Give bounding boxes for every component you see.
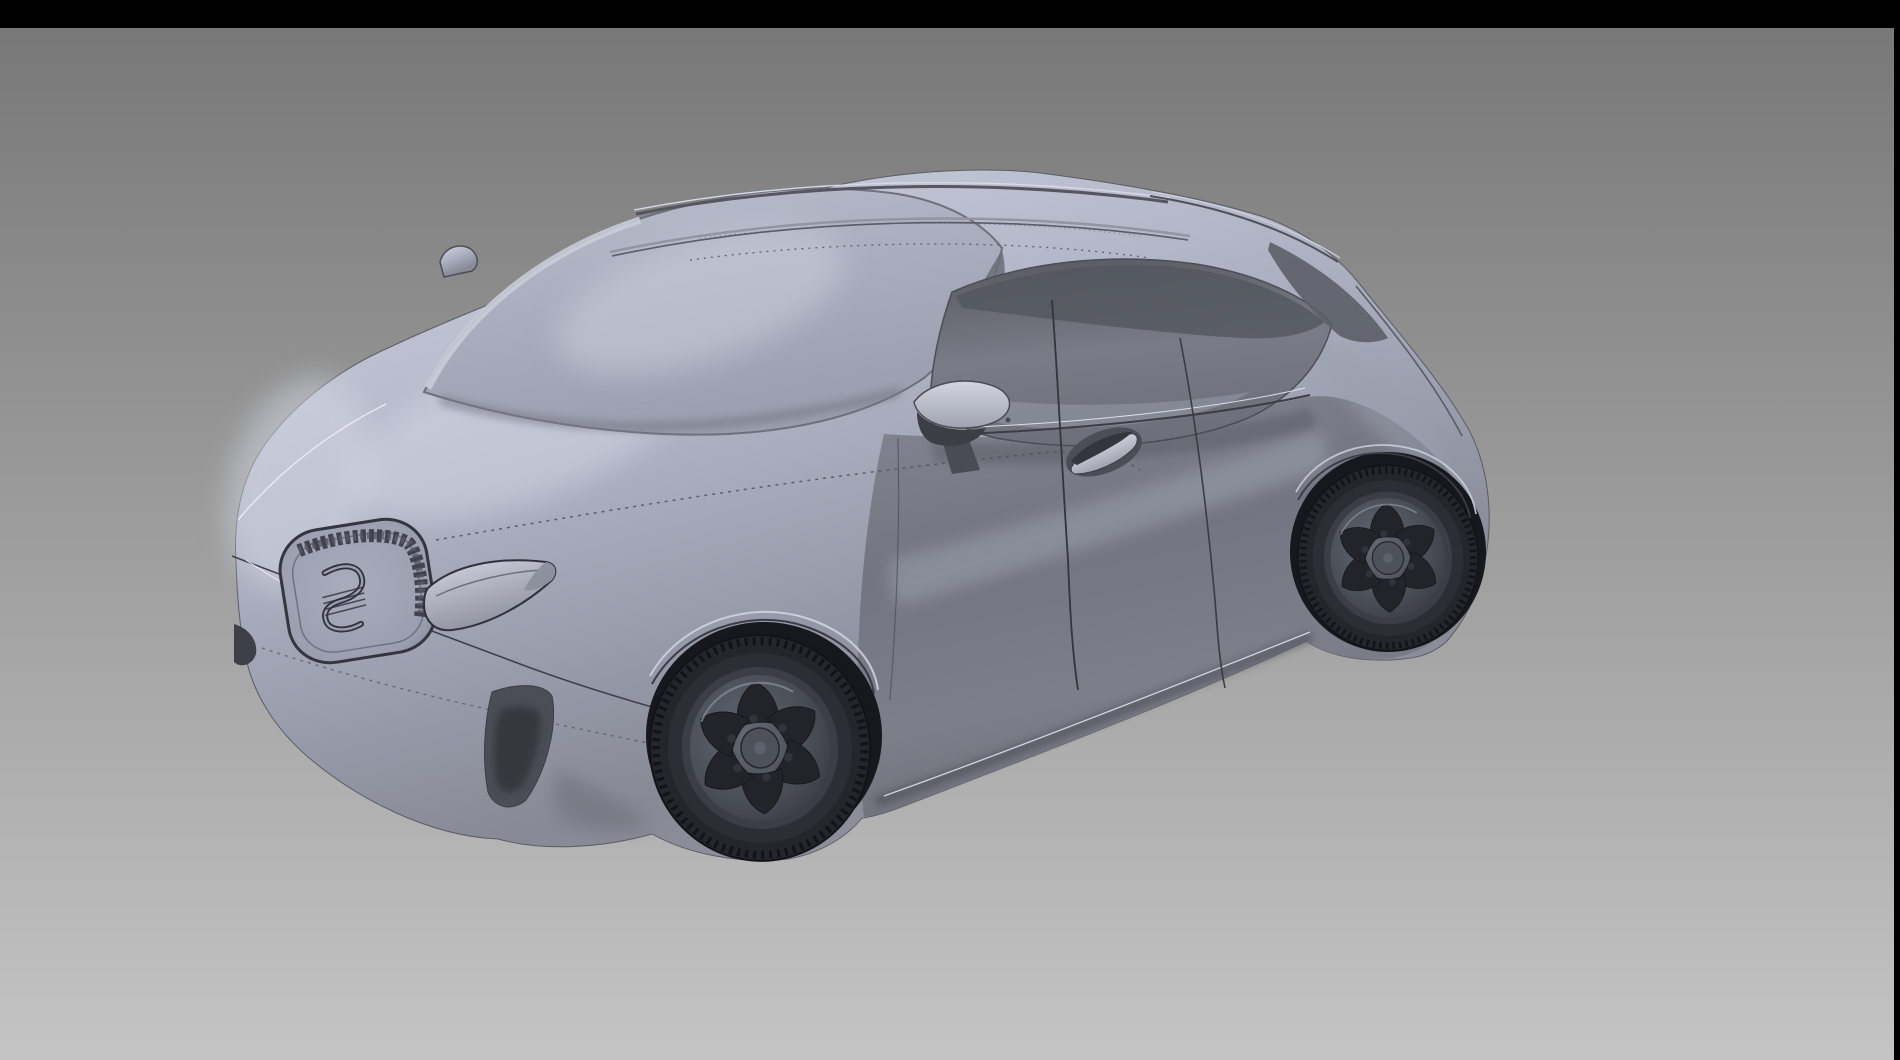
front-grille [274,513,441,669]
hood-mark [1006,418,1011,423]
car-model[interactable] [204,170,1493,881]
application-window [0,0,1900,1060]
render-canvas[interactable] [0,0,1900,1060]
antenna [440,246,477,277]
